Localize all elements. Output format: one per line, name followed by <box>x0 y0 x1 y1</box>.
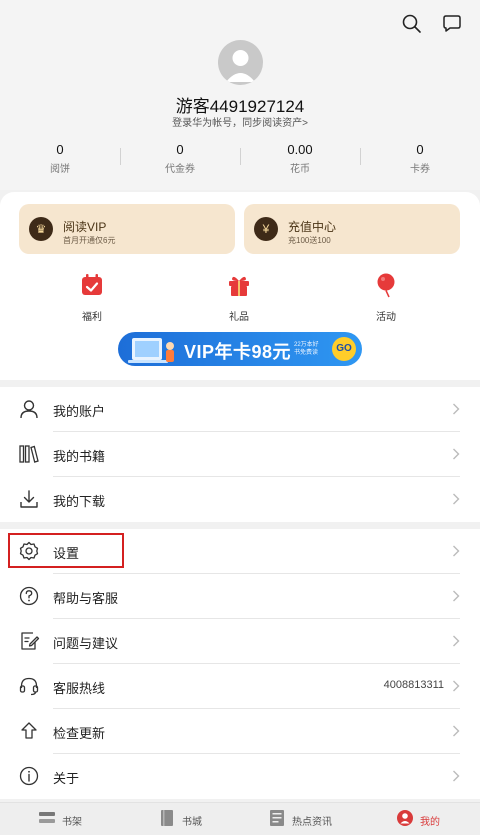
quick-link-label: 福利 <box>82 312 102 323</box>
menu-group-account: 我的账户 我的书籍 我的下载 <box>0 387 480 522</box>
menu-item-label: 设置 <box>53 546 80 561</box>
recharge-subtitle: 充100送100 <box>288 236 331 245</box>
gift-icon <box>229 276 249 296</box>
chevron-right-icon <box>453 493 460 505</box>
search-icon[interactable] <box>400 12 424 36</box>
menu-item-label: 帮助与客服 <box>53 591 119 606</box>
menu-item-label: 问题与建议 <box>53 636 119 651</box>
gear-icon <box>19 541 39 561</box>
recharge-promo-button[interactable]: ¥ 充值中心 充100送100 <box>244 204 460 254</box>
menu-item-check-update[interactable]: 检查更新 <box>0 709 480 754</box>
menu-item-label: 我的下载 <box>53 494 106 509</box>
menu-item-settings[interactable]: 设置 <box>0 529 480 574</box>
reader-illustration-icon <box>128 338 174 363</box>
chevron-right-icon <box>453 680 460 692</box>
tab-label: 书架 <box>62 817 82 828</box>
yen-icon: ¥ <box>254 217 278 241</box>
feedback-icon <box>21 632 40 650</box>
menu-item-help[interactable]: 帮助与客服 <box>0 574 480 619</box>
menu-item-label: 检查更新 <box>53 726 106 741</box>
stat-value: 0 <box>416 142 424 157</box>
menu-item-about[interactable]: 关于 <box>0 754 480 799</box>
vip-annual-banner[interactable]: VIP年卡98元 22万本好 书免费读 GO <box>118 332 362 366</box>
quick-link-gift[interactable]: 礼品 <box>199 272 279 323</box>
menu-item-label: 我的账户 <box>53 404 106 419</box>
stat-voucher[interactable]: 0 代金券 <box>120 142 240 176</box>
stat-label: 代金券 <box>165 164 195 175</box>
banner-small-line: 22万本好 <box>294 342 319 348</box>
vip-promo-button[interactable]: ♛ 阅读VIP 首月开通仅6元 <box>19 204 235 254</box>
quick-link-activity[interactable]: 活动 <box>346 272 426 323</box>
help-icon <box>19 586 39 606</box>
banner-text: VIP年卡98元 <box>184 342 292 362</box>
chevron-right-icon <box>453 590 460 602</box>
stat-reading-cake[interactable]: 0 阅饼 <box>0 142 120 176</box>
crown-icon: ♛ <box>29 217 53 241</box>
stat-label: 花币 <box>290 164 310 175</box>
profile-icon <box>397 810 413 826</box>
tab-bookstore[interactable]: 书城 <box>120 803 240 835</box>
tab-label: 热点资讯 <box>292 817 332 828</box>
menu-item-my-books[interactable]: 我的书籍 <box>0 432 480 477</box>
bookshelf-icon <box>39 812 55 823</box>
profile-header: 游客4491927124 登录华为帐号，同步阅读资产> 0 阅饼 0 代金券 0… <box>0 0 480 190</box>
tab-bookshelf[interactable]: 书架 <box>0 803 120 835</box>
bottom-tab-bar: 书架 书城 热点资讯 我的 <box>0 802 480 835</box>
menu-item-hotline[interactable]: 客服热线 4008813311 <box>0 664 480 709</box>
recharge-title: 充值中心 <box>288 220 337 234</box>
books-icon <box>19 445 39 463</box>
message-icon[interactable] <box>440 12 464 36</box>
tab-label: 书城 <box>182 817 202 828</box>
promo-card: ♛ 阅读VIP 首月开通仅6元 ¥ 充值中心 充100送100 福利 礼品 活动… <box>0 192 480 380</box>
quick-link-welfare[interactable]: 福利 <box>52 272 132 323</box>
hotline-number: 4008813311 <box>383 679 444 691</box>
balloon-icon <box>377 273 395 298</box>
quick-link-label: 活动 <box>376 312 396 323</box>
stats-row: 0 阅饼 0 代金券 0.00 花币 0 卡券 <box>0 142 480 176</box>
menu-item-feedback[interactable]: 问题与建议 <box>0 619 480 664</box>
banner-go-badge: GO <box>332 337 356 361</box>
news-icon <box>270 810 284 826</box>
download-icon <box>20 490 38 508</box>
headset-icon <box>19 677 39 696</box>
stat-coupon[interactable]: 0 卡券 <box>360 142 480 176</box>
chevron-right-icon <box>453 635 460 647</box>
login-hint-link[interactable]: 登录华为帐号，同步阅读资产> <box>0 114 480 129</box>
vip-title: 阅读VIP <box>63 220 107 234</box>
tab-mine[interactable]: 我的 <box>360 803 480 835</box>
chevron-right-icon <box>453 545 460 557</box>
stat-label: 阅饼 <box>50 164 70 175</box>
menu-item-label: 关于 <box>53 771 80 786</box>
menu-group-settings: 设置 帮助与客服 问题与建议 客服热线 4008813311 检查更新 关于 <box>0 529 480 799</box>
quick-link-label: 礼品 <box>229 312 249 323</box>
menu-item-my-account[interactable]: 我的账户 <box>0 387 480 432</box>
menu-item-my-downloads[interactable]: 我的下载 <box>0 477 480 522</box>
upload-arrow-icon <box>21 722 37 739</box>
chevron-right-icon <box>453 403 460 415</box>
stat-value: 0 <box>56 142 64 157</box>
chevron-right-icon <box>453 725 460 737</box>
stat-label: 卡券 <box>410 164 430 175</box>
menu-item-label: 客服热线 <box>53 681 106 696</box>
stat-value: 0 <box>176 142 184 157</box>
person-icon <box>20 400 38 419</box>
vip-subtitle: 首月开通仅6元 <box>63 236 116 245</box>
bookstore-icon <box>161 810 173 826</box>
tab-label: 我的 <box>420 817 440 828</box>
chevron-right-icon <box>453 448 460 460</box>
banner-small-line: 书免费读 <box>294 350 319 356</box>
calendar-check-icon <box>82 274 102 295</box>
stat-huabi[interactable]: 0.00 花币 <box>240 142 360 176</box>
banner-small-text: 22万本好 书免费读 <box>294 341 319 357</box>
default-avatar-icon <box>226 50 255 82</box>
chevron-right-icon <box>453 770 460 782</box>
tab-news[interactable]: 热点资讯 <box>240 803 360 835</box>
stat-value: 0.00 <box>287 142 313 157</box>
avatar[interactable] <box>218 40 263 85</box>
menu-item-label: 我的书籍 <box>53 449 106 464</box>
info-icon <box>19 766 39 786</box>
